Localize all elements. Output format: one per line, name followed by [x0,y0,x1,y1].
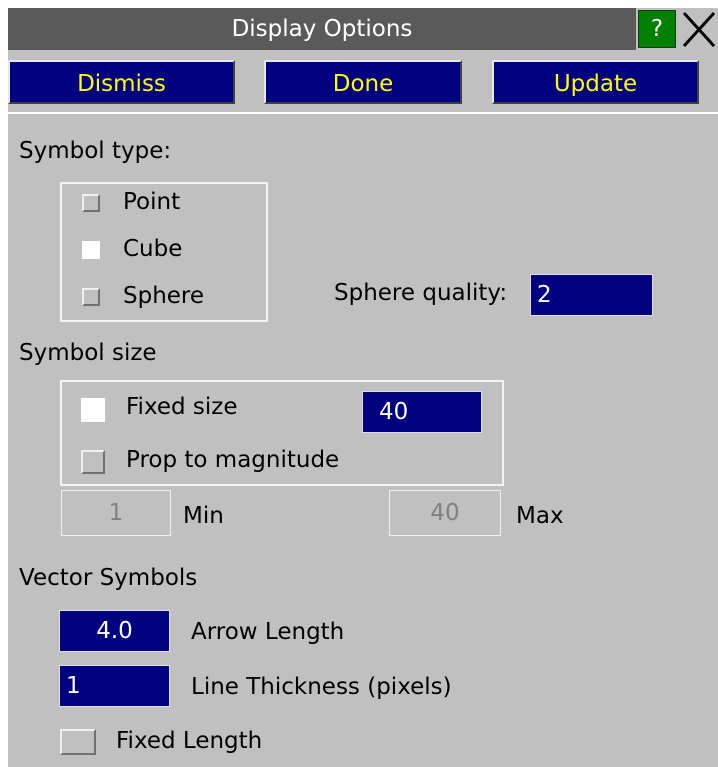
separator [8,112,718,114]
close-icon[interactable] [678,8,718,50]
min-label: Min [183,503,224,529]
vector-symbols-heading: Vector Symbols [19,565,198,591]
symbol-size-heading: Symbol size [19,340,157,366]
symbol-type-heading: Symbol type: [19,138,172,164]
line-thickness-input[interactable]: 1 [59,665,170,707]
arrow-length-input[interactable]: 4.0 [59,610,170,652]
arrow-length-label: Arrow Length [191,619,345,645]
max-label: Max [516,503,564,529]
done-button[interactable]: Done [264,60,462,104]
update-button[interactable]: Update [492,60,699,104]
fixed-size-input[interactable]: 40 [362,391,482,433]
window-title: Display Options [8,8,636,50]
max-input[interactable]: 40 [389,490,501,536]
point-label: Point [123,189,181,215]
fixed-length-checkbox[interactable] [60,729,96,755]
cube-radio[interactable] [82,241,100,259]
prop-magnitude-checkbox[interactable] [81,450,105,474]
cube-label: Cube [123,236,183,262]
fixed-size-checkbox[interactable] [81,398,105,422]
sphere-quality-label: Sphere quality: [334,280,508,306]
fixed-length-label: Fixed Length [116,728,263,754]
point-radio[interactable] [82,194,100,212]
min-input[interactable]: 1 [61,490,171,536]
display-options-panel: Display Options ? Dismiss Done Update Sy… [8,8,718,767]
dismiss-button[interactable]: Dismiss [8,60,235,104]
sphere-radio[interactable] [82,288,100,306]
fixed-size-label: Fixed size [126,394,238,420]
prop-magnitude-label: Prop to magnitude [126,447,340,473]
sphere-label: Sphere [123,283,205,309]
help-button[interactable]: ? [638,10,676,48]
sphere-quality-input[interactable]: 2 [530,274,653,316]
line-thickness-label: Line Thickness (pixels) [191,674,452,700]
